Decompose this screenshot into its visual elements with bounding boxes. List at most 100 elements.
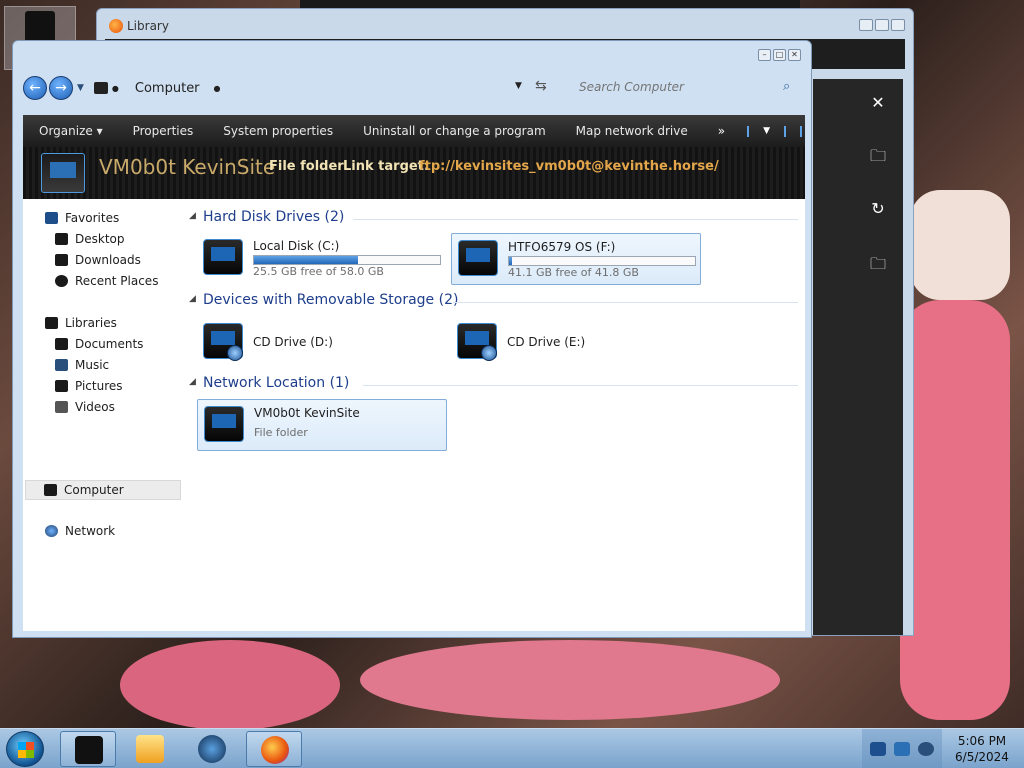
breadcrumb-computer[interactable]: Computer (135, 81, 200, 96)
network-icon (45, 525, 58, 537)
music-icon (55, 359, 68, 371)
taskbar-app[interactable] (184, 731, 240, 767)
taskbar-media-player[interactable] (122, 731, 178, 767)
preview-pane-icon[interactable] (783, 125, 786, 137)
drive-usage-bar (253, 255, 441, 265)
nav-libraries[interactable]: Libraries (45, 316, 117, 330)
folder-icon[interactable]: 🗀 (868, 253, 888, 273)
nav-downloads[interactable]: Downloads (55, 253, 141, 267)
back-button[interactable]: ← (23, 76, 47, 100)
group-divider (363, 385, 798, 386)
windows-logo-icon (18, 742, 34, 758)
nav-computer[interactable]: Computer (25, 480, 181, 500)
cd-drive-d[interactable]: CD Drive (D:) (197, 317, 447, 369)
computer-icon (44, 484, 57, 496)
hard-drive-icon (456, 238, 502, 282)
clock[interactable]: 5:06 PM 6/5/2024 (944, 733, 1020, 765)
library-side-panel: ✕ 🗀 ↻ 🗀 (813, 79, 903, 635)
system-tray (862, 729, 942, 768)
drive-name: Local Disk (C:) (253, 239, 340, 253)
address-dropdown[interactable]: ▼ (515, 81, 522, 91)
group-header-removable[interactable]: Devices with Removable Storage (2) (203, 292, 458, 308)
start-button[interactable] (6, 731, 44, 767)
firefox-icon (261, 736, 289, 764)
network-folder-icon (41, 153, 85, 193)
map-network-drive-button[interactable]: Map network drive (576, 124, 688, 138)
nav-documents[interactable]: Documents (55, 337, 143, 351)
collapse-arrow-icon[interactable]: ◢ (189, 294, 196, 304)
nav-desktop[interactable]: Desktop (55, 232, 125, 246)
refresh-icon[interactable]: ⇆ (535, 78, 547, 94)
breadcrumb-separator[interactable]: ● (214, 84, 221, 93)
search-input[interactable] (569, 75, 805, 99)
network-location-item[interactable]: VM0b0t KevinSite File folder (197, 399, 447, 451)
network-tray-icon[interactable] (894, 742, 910, 756)
close-icon[interactable]: ✕ (868, 93, 888, 113)
forward-button[interactable]: → (49, 76, 73, 100)
documents-icon (55, 338, 68, 350)
nav-videos[interactable]: Videos (55, 400, 115, 414)
group-header-hard-disks[interactable]: Hard Disk Drives (2) (203, 209, 344, 225)
network-location-name: VM0b0t KevinSite (254, 406, 360, 420)
help-icon[interactable] (799, 125, 802, 137)
group-header-network[interactable]: Network Location (1) (203, 375, 349, 391)
details-pane: VM0b0t KevinSite File folder Link target… (23, 147, 805, 199)
close-button[interactable]: ✕ (788, 49, 801, 61)
details-link-target-label: Link target: (343, 159, 430, 174)
maximize-button[interactable]: □ (773, 49, 786, 61)
explorer-icon (75, 736, 103, 764)
navigation-pane: Favorites Desktop Downloads Recent Place… (23, 199, 193, 631)
view-dropdown[interactable]: ▼ (763, 126, 770, 136)
drive-f[interactable]: HTFO6579 OS (F:) 41.1 GB free of 41.8 GB (451, 233, 701, 285)
star-icon (45, 212, 58, 224)
library-title: Library (127, 19, 169, 33)
drive-name: HTFO6579 OS (F:) (508, 240, 616, 254)
system-properties-button[interactable]: System properties (223, 124, 333, 138)
command-bar: Organize ▾ Properties System properties … (23, 115, 805, 147)
group-divider (453, 302, 798, 303)
details-name: VM0b0t KevinSite (99, 155, 276, 179)
network-location-type: File folder (254, 426, 308, 439)
cd-drive-icon (201, 321, 247, 365)
network-folder-icon (202, 404, 248, 448)
recent-pages-dropdown[interactable]: ▼ (77, 83, 84, 93)
refresh-icon[interactable]: ↻ (868, 199, 888, 219)
details-link-target: ftp://kevinsites_vm0b0t@kevinthe.horse/ (419, 159, 719, 174)
taskbar-explorer[interactable] (60, 731, 116, 767)
uninstall-program-button[interactable]: Uninstall or change a program (363, 124, 546, 138)
nav-favorites[interactable]: Favorites (45, 211, 119, 225)
organize-button[interactable]: Organize ▾ (39, 124, 103, 138)
close-button[interactable] (891, 19, 905, 31)
clock-date: 6/5/2024 (955, 750, 1009, 764)
folder-icon[interactable]: 🗀 (868, 145, 888, 165)
security-icon[interactable] (870, 742, 886, 756)
content-area: Favorites Desktop Downloads Recent Place… (23, 199, 805, 631)
maximize-button[interactable] (875, 19, 889, 31)
globe-icon (198, 735, 226, 763)
explorer-window: – □ ✕ ← → ▼ ● Computer ● ▼ ⇆ ⌕ Organize … (12, 40, 812, 638)
collapse-arrow-icon[interactable]: ◢ (189, 211, 196, 221)
hard-drive-icon (201, 237, 247, 281)
breadcrumb-separator[interactable]: ● (112, 84, 119, 93)
nav-music[interactable]: Music (55, 358, 109, 372)
more-commands-button[interactable]: » (718, 124, 725, 138)
nav-recent-places[interactable]: Recent Places (55, 274, 158, 288)
nav-pictures[interactable]: Pictures (55, 379, 123, 393)
cd-drive-e[interactable]: CD Drive (E:) (451, 317, 701, 369)
address-bar: ← → ▼ ● Computer ● ▼ ⇆ ⌕ (23, 71, 805, 105)
libraries-icon (45, 317, 58, 329)
view-icon[interactable] (747, 125, 750, 137)
minimize-button[interactable]: – (758, 49, 771, 61)
media-player-icon (136, 735, 164, 763)
taskbar-firefox[interactable] (246, 731, 302, 767)
pictures-icon (55, 380, 68, 392)
volume-icon[interactable] (918, 742, 934, 756)
collapse-arrow-icon[interactable]: ◢ (189, 377, 196, 387)
properties-button[interactable]: Properties (133, 124, 194, 138)
minimize-button[interactable] (859, 19, 873, 31)
desktop-icon (55, 233, 68, 245)
search-icon[interactable]: ⌕ (783, 79, 790, 94)
nav-network[interactable]: Network (45, 524, 115, 538)
drive-c[interactable]: Local Disk (C:) 25.5 GB free of 58.0 GB (197, 233, 447, 285)
taskbar: 5:06 PM 6/5/2024 (0, 728, 1024, 768)
